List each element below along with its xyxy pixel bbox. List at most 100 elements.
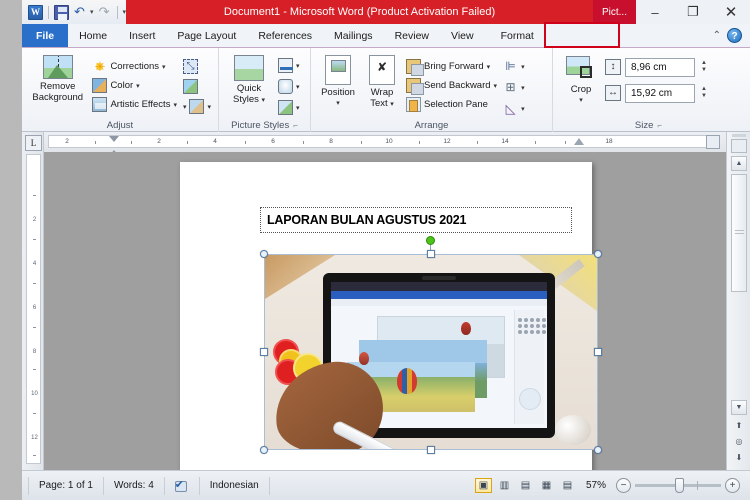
shape-height-spinner[interactable]: ▲ ▼ [701, 60, 707, 74]
color-button[interactable]: Color ▾ [89, 76, 180, 95]
quick-styles-button[interactable]: Quick Styles ▾ [223, 53, 275, 106]
height-spin-up[interactable]: ▲ [701, 60, 707, 67]
view-ruler-toggle-icon[interactable] [706, 135, 720, 149]
resize-handle-bottom-center[interactable] [427, 446, 435, 454]
picture-effects-caret[interactable]: ▾ [296, 83, 300, 91]
undo-icon[interactable]: ↶ [72, 5, 87, 20]
proofing-status[interactable] [165, 476, 200, 495]
right-indent-marker[interactable] [574, 138, 584, 145]
height-spin-down[interactable]: ▼ [701, 67, 707, 74]
shape-width-spinner[interactable]: ▲ ▼ [701, 86, 707, 100]
view-outline-button[interactable]: ▦ [538, 478, 555, 493]
send-backward-button[interactable]: Send Backward ▾ [403, 76, 500, 95]
document-page[interactable]: LAPORAN BULAN AGUSTUS 2021 [180, 162, 602, 470]
reset-picture-button[interactable]: ▾ ▾ [180, 97, 214, 116]
tab-selector-button[interactable]: L [25, 135, 42, 151]
view-full-screen-reading-button[interactable]: ▥ [496, 478, 513, 493]
picture-styles-dialog-launcher[interactable]: ⌐ [293, 121, 298, 130]
artistic-effects-caret[interactable]: ▾ [173, 101, 177, 109]
group-button[interactable]: ▾ [500, 78, 528, 97]
resize-handle-top-center[interactable] [427, 250, 435, 258]
wrap-text-caret[interactable]: ▾ [390, 101, 394, 108]
picture-layout-caret[interactable]: ▾ [296, 104, 300, 112]
view-web-layout-button[interactable]: ▤ [517, 478, 534, 493]
artistic-effects-button[interactable]: Artistic Effects ▾ [89, 95, 180, 114]
quick-access-toolbar[interactable]: W ↶ ▾ ↷ ▾ [22, 0, 126, 24]
picture-border-button[interactable]: ▾ [275, 56, 303, 75]
title-text-box[interactable]: LAPORAN BULAN AGUSTUS 2021 [260, 207, 572, 233]
tab-insert[interactable]: Insert [118, 25, 166, 47]
rotate-button[interactable]: ▾ [500, 99, 528, 118]
split-window-handle[interactable] [732, 134, 746, 137]
minimize-button[interactable]: – [636, 0, 674, 24]
undo-dropdown-caret[interactable]: ▾ [90, 5, 94, 20]
bring-forward-caret[interactable]: ▾ [487, 63, 491, 71]
view-draft-button[interactable]: ▤ [559, 478, 576, 493]
first-line-indent-marker[interactable] [109, 136, 119, 142]
align-caret[interactable]: ▾ [521, 63, 525, 71]
group-caret[interactable]: ▾ [521, 84, 525, 92]
width-spin-up[interactable]: ▲ [701, 86, 707, 93]
compress-pictures-button[interactable] [180, 57, 214, 76]
vertical-scrollbar[interactable]: ▲ ▼ ⬆ ◎ ⬇ [726, 132, 750, 470]
resize-handle-bottom-right[interactable] [594, 446, 602, 454]
picture-layout-button[interactable]: ▾ [275, 98, 303, 117]
reset-picture-caret-left[interactable]: ▾ [183, 103, 187, 111]
tab-file[interactable]: File [22, 24, 69, 47]
reset-picture-caret[interactable]: ▾ [207, 103, 211, 111]
zoom-level-label[interactable]: 57% [580, 480, 612, 491]
maximize-button[interactable]: ❐ [674, 0, 712, 24]
wrap-text-button[interactable]: Wrap Text ▾ [361, 53, 403, 110]
word-logo-icon[interactable]: W [28, 4, 43, 20]
remove-background-button[interactable]: Remove Background [26, 53, 89, 103]
zoom-in-button[interactable]: + [725, 478, 740, 493]
change-picture-button[interactable] [180, 77, 214, 96]
tab-review[interactable]: Review [384, 25, 440, 47]
minimize-ribbon-icon[interactable]: ⌃ [713, 30, 721, 41]
tab-page-layout[interactable]: Page Layout [166, 25, 247, 47]
selection-pane-button[interactable]: Selection Pane [403, 95, 500, 114]
resize-handle-top-left[interactable] [260, 250, 268, 258]
tab-view[interactable]: View [440, 25, 485, 47]
color-caret[interactable]: ▾ [136, 82, 140, 90]
send-backward-caret[interactable]: ▾ [494, 82, 498, 90]
word-count[interactable]: Words: 4 [104, 476, 165, 495]
corrections-caret[interactable]: ▾ [162, 63, 166, 71]
next-page-button[interactable]: ⬇ [731, 450, 747, 464]
zoom-slider-track[interactable] [635, 478, 721, 493]
quick-styles-caret[interactable]: ▾ [262, 97, 266, 104]
rotation-handle[interactable] [426, 236, 435, 245]
tab-mailings[interactable]: Mailings [323, 25, 384, 47]
corrections-button[interactable]: Corrections ▾ [89, 57, 180, 76]
shape-width-input[interactable]: 15,92 cm [625, 83, 695, 103]
page-indicator[interactable]: Page: 1 of 1 [28, 476, 104, 495]
shape-height-input[interactable]: 8,96 cm [625, 57, 695, 77]
picture-effects-button[interactable]: ▾ [275, 77, 303, 96]
selected-picture[interactable] [264, 254, 598, 450]
resize-handle-top-right[interactable] [594, 250, 602, 258]
close-button[interactable]: ✕ [712, 0, 750, 24]
document-canvas[interactable]: LAPORAN BULAN AGUSTUS 2021 [44, 152, 726, 470]
zoom-slider-thumb[interactable] [675, 478, 684, 493]
tab-home[interactable]: Home [68, 25, 118, 47]
resize-handle-middle-left[interactable] [260, 348, 268, 356]
tab-format[interactable]: Format [485, 25, 550, 47]
view-print-layout-button[interactable]: ▣ [474, 478, 492, 493]
position-caret[interactable]: ▾ [336, 98, 340, 109]
vertical-ruler[interactable]: L 2 4 6 8 10 12 [22, 132, 44, 470]
resize-handle-bottom-left[interactable] [260, 446, 268, 454]
save-icon[interactable] [54, 4, 69, 20]
resize-handle-middle-right[interactable] [594, 348, 602, 356]
rotate-caret[interactable]: ▾ [521, 105, 525, 113]
scroll-up-button[interactable]: ▲ [731, 156, 747, 171]
help-icon[interactable]: ? [727, 27, 742, 43]
language-indicator[interactable]: Indonesian [200, 476, 270, 495]
tab-references[interactable]: References [247, 25, 323, 47]
select-browse-object-button[interactable]: ◎ [731, 434, 747, 448]
zoom-out-button[interactable]: − [616, 478, 631, 493]
align-button[interactable]: ▾ [500, 57, 528, 76]
redo-icon[interactable]: ↷ [97, 5, 112, 20]
scrollbar-thumb[interactable] [731, 174, 747, 292]
horizontal-ruler[interactable]: 2 2 4 6 8 10 12 14 18 [44, 132, 726, 156]
size-dialog-launcher[interactable]: ⌐ [657, 121, 662, 130]
